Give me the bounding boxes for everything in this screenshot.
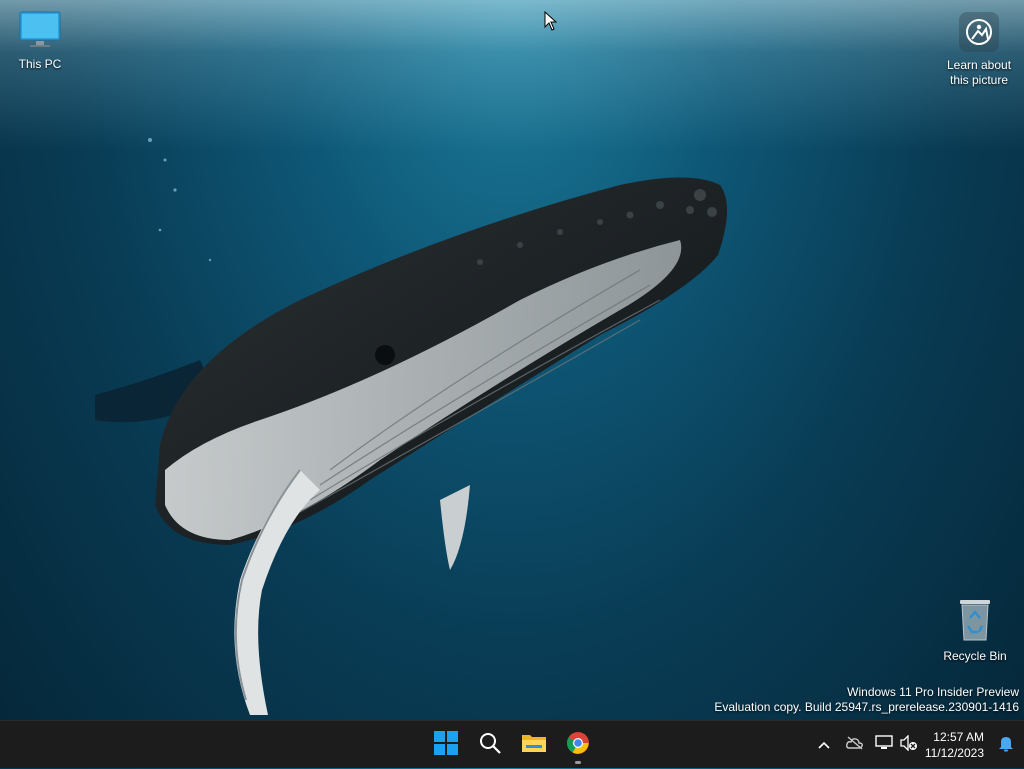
chrome-icon	[566, 731, 590, 760]
recycle-bin-icon	[935, 596, 1015, 645]
search-icon	[478, 731, 502, 760]
running-indicator	[575, 761, 581, 764]
system-tray: 12:57 AM 11/12/2023	[809, 721, 1024, 769]
start-button[interactable]	[424, 725, 468, 765]
chevron-up-icon	[818, 736, 830, 754]
chrome-button[interactable]	[556, 725, 600, 765]
learn-about-this-picture[interactable]: Learn about this picture	[940, 12, 1018, 88]
volume-muted-icon	[900, 733, 918, 756]
camera-lens-icon	[959, 12, 999, 52]
desktop-icon-label: This PC	[18, 57, 62, 71]
watermark-line2: Evaluation copy. Build 25947.rs_prerelea…	[714, 700, 1019, 714]
clock-time: 12:57 AM	[933, 730, 984, 744]
volume-button[interactable]	[897, 725, 921, 765]
network-button[interactable]	[871, 725, 897, 765]
search-button[interactable]	[468, 725, 512, 765]
learn-label-line2: this picture	[949, 73, 1009, 87]
show-hidden-icons-button[interactable]	[809, 725, 839, 765]
build-watermark: Windows 11 Pro Insider Preview Evaluatio…	[714, 685, 1019, 715]
clock[interactable]: 12:57 AM 11/12/2023	[921, 729, 992, 761]
onedrive-button[interactable]	[839, 725, 871, 765]
file-explorer-button[interactable]	[512, 725, 556, 765]
desktop-icon-recycle-bin[interactable]: Recycle Bin	[935, 596, 1015, 663]
taskbar-apps	[424, 721, 600, 769]
notification-bell-icon	[998, 734, 1014, 757]
taskbar: 12:57 AM 11/12/2023	[0, 720, 1024, 768]
notifications-button[interactable]	[992, 725, 1020, 765]
desktop-icon-label: Recycle Bin	[943, 649, 1007, 663]
folder-icon	[521, 732, 547, 759]
desktop-icon-this-pc[interactable]: This PC	[0, 10, 80, 71]
learn-label-line1: Learn about	[946, 58, 1012, 72]
watermark-line1: Windows 11 Pro Insider Preview	[847, 685, 1019, 699]
wallpaper-whale	[95, 138, 728, 715]
onedrive-offline-icon	[845, 735, 864, 755]
clock-date: 11/12/2023	[924, 746, 984, 760]
monitor-icon	[0, 10, 80, 53]
network-icon	[875, 734, 893, 756]
windows-start-icon	[434, 730, 458, 760]
mouse-cursor-icon	[544, 11, 558, 31]
